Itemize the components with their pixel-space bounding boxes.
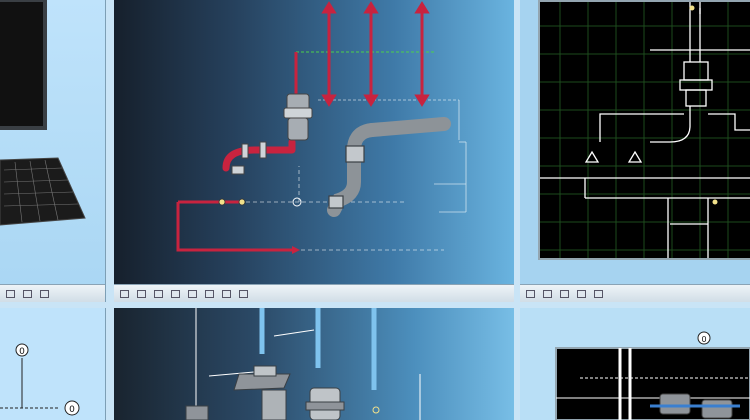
cad-markers [689, 5, 718, 205]
piping-viewport[interactable] [114, 0, 514, 302]
flow-arrows [294, 1, 430, 107]
status-icon[interactable] [154, 290, 163, 298]
elbow-pipe-icon [327, 117, 451, 217]
status-icon[interactable] [188, 290, 197, 298]
status-icon[interactable] [40, 290, 49, 298]
status-bar [114, 284, 514, 302]
cad-viewport[interactable] [538, 0, 750, 260]
cad-linework [540, 2, 750, 258]
status-icon[interactable] [543, 290, 552, 298]
node-marker[interactable] [372, 406, 380, 414]
detail-viewport[interactable] [114, 308, 514, 420]
section-panel: 0 [520, 308, 750, 420]
pipe-fitting-icon [231, 93, 313, 175]
status-bar [520, 284, 750, 302]
section-drawing: 0 [555, 331, 750, 420]
dimension-lines [0, 358, 60, 409]
guide-lines [295, 51, 434, 100]
computer-monitor-icon [0, 0, 47, 130]
detail-drawing [185, 308, 421, 420]
annotation-drawing: 0 0 [0, 343, 80, 416]
status-icon[interactable] [560, 290, 569, 298]
piping-drawing [176, 1, 467, 254]
cad-drawing [540, 2, 750, 258]
status-bar [0, 284, 105, 302]
marker-label-2: 0 [69, 405, 75, 415]
computer-illustration [0, 0, 86, 226]
cad-grid [540, 2, 750, 258]
marker-label-1: 0 [19, 347, 25, 357]
computer-panel [0, 0, 106, 302]
cad-panel [520, 0, 750, 302]
status-icon[interactable] [526, 290, 535, 298]
keyboard-icon [0, 157, 86, 226]
red-pipe-run [222, 138, 296, 172]
status-icon[interactable] [594, 290, 603, 298]
status-icon[interactable] [6, 290, 15, 298]
status-icon[interactable] [222, 290, 231, 298]
status-icon[interactable] [239, 290, 248, 298]
status-icon[interactable] [577, 290, 586, 298]
status-icon[interactable] [120, 290, 129, 298]
status-icon[interactable] [205, 290, 214, 298]
red-line-run [176, 200, 292, 252]
status-icon[interactable] [23, 290, 32, 298]
marker-label-br: 0 [701, 335, 706, 344]
valve-icon [185, 365, 345, 420]
annotation-panel: 0 0 [0, 308, 106, 420]
status-icon[interactable] [171, 290, 180, 298]
status-icon[interactable] [137, 290, 146, 298]
